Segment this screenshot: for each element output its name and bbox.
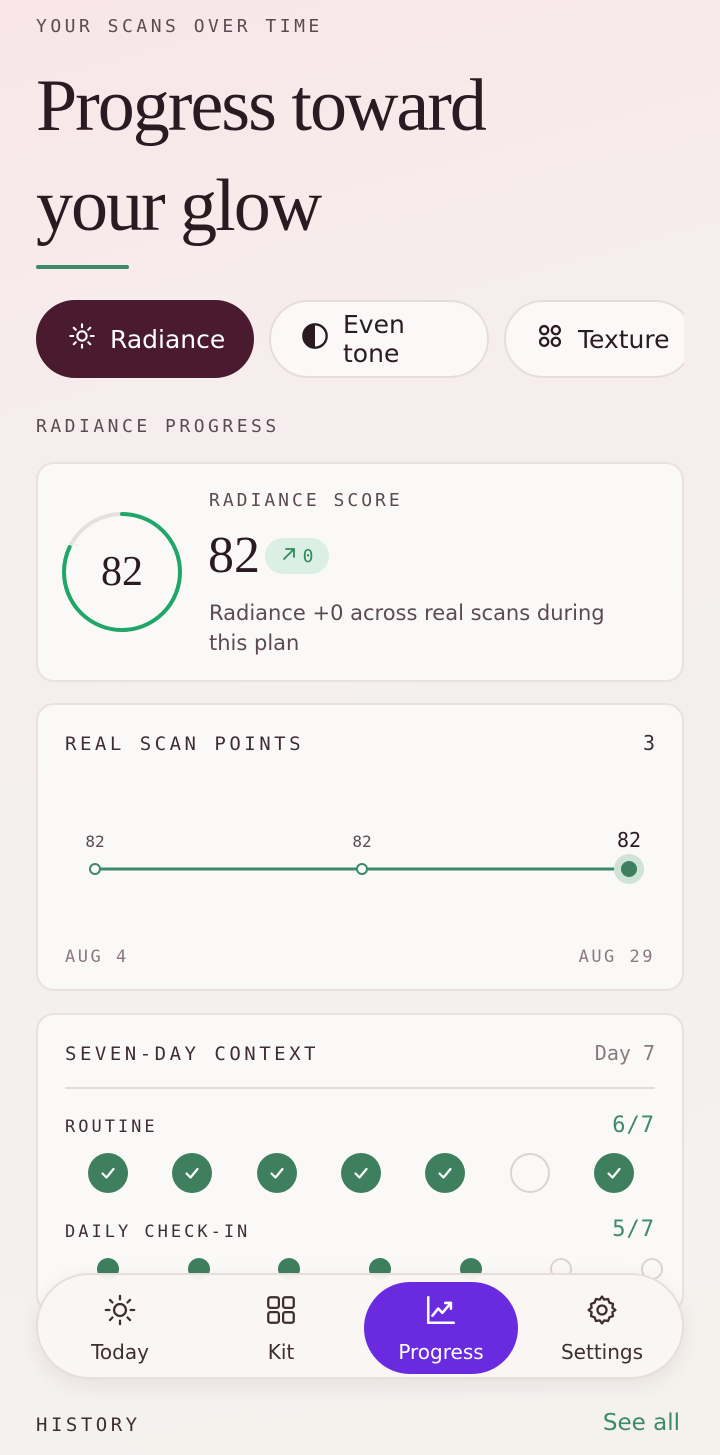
checkin-count: 5/7	[612, 1217, 655, 1242]
sun-icon	[68, 322, 96, 356]
seven-day-context-card: SEVEN-DAY CONTEXT Day 7 ROUTINE 6/7 DAIL…	[36, 1013, 684, 1313]
nav-settings[interactable]: Settings	[552, 1282, 652, 1374]
page-title: Progress toward your glow	[36, 56, 487, 256]
divider	[65, 1087, 655, 1089]
page-eyebrow: YOUR SCANS OVER TIME	[36, 16, 323, 37]
nav-label: Kit	[267, 1339, 295, 1364]
see-all-link[interactable]: See all	[603, 1410, 680, 1436]
check-icon	[267, 1163, 287, 1183]
context-day: Day 7	[594, 1041, 655, 1065]
scan-points-title: REAL SCAN POINTS	[65, 733, 305, 755]
page-title-line2: your glow	[36, 165, 322, 247]
context-title: SEVEN-DAY CONTEXT	[65, 1043, 319, 1065]
nav-label: Today	[91, 1339, 149, 1364]
chip-texture[interactable]: Texture	[504, 300, 684, 378]
delta-badge: 0	[265, 538, 329, 574]
scan-point-label: 82	[617, 828, 641, 852]
scan-points-chart: 82 82 82	[85, 828, 644, 884]
metric-chip-row: Radiance Even tone Texture	[36, 300, 684, 378]
scan-point-label: 82	[352, 832, 371, 851]
scan-points-card: REAL SCAN POINTS 3 82 82 82 AUG 4 AUG 29	[36, 703, 684, 991]
scan-start-date: AUG 4	[65, 947, 129, 967]
nav-today[interactable]: Today	[70, 1282, 170, 1374]
check-icon	[182, 1163, 202, 1183]
day-complete-dot	[340, 1153, 381, 1193]
day-complete-dot	[425, 1153, 466, 1193]
half-circle-icon	[301, 322, 329, 356]
checkin-label: DAILY CHECK-IN	[65, 1222, 251, 1242]
nav-progress[interactable]: Progress	[364, 1282, 518, 1374]
day-missed-dot	[509, 1153, 550, 1193]
chip-label: Even tone	[343, 310, 405, 368]
scan-point-label: 82	[85, 832, 104, 851]
scan-point[interactable]	[89, 863, 101, 875]
check-icon	[351, 1163, 371, 1183]
check-icon	[604, 1163, 624, 1183]
scan-end-date: AUG 29	[578, 947, 655, 967]
radiance-score-card: 82 RADIANCE SCORE 82 0 Radiance +0 acros…	[36, 462, 684, 682]
routine-count: 6/7	[612, 1113, 655, 1138]
day-complete-dot	[88, 1153, 128, 1193]
day-complete-dot	[256, 1153, 297, 1193]
scan-point[interactable]	[356, 863, 368, 875]
chip-even-tone[interactable]: Even tone	[269, 300, 489, 378]
grid-icon	[264, 1293, 298, 1332]
scan-points-count: 3	[642, 731, 655, 755]
sun-icon	[103, 1293, 137, 1332]
nav-label: Settings	[560, 1339, 644, 1364]
gear-icon	[585, 1293, 619, 1332]
score-ring-value: 82	[101, 549, 143, 595]
routine-label: ROUTINE	[65, 1117, 158, 1137]
dots-grid-icon	[536, 322, 564, 356]
day-complete-dot	[172, 1153, 213, 1193]
day-complete-dot	[593, 1153, 634, 1193]
chart-trend-icon	[424, 1293, 458, 1332]
check-icon	[435, 1163, 455, 1183]
chip-label: Radiance	[110, 324, 226, 354]
title-underline	[36, 265, 129, 269]
routine-day-dots	[88, 1153, 634, 1193]
scan-point[interactable]	[621, 861, 637, 877]
bottom-nav: Today Kit Progress Settings	[36, 1273, 684, 1379]
score-description: Radiance +0 across real scans during thi…	[209, 601, 605, 655]
history-label: HISTORY	[36, 1414, 141, 1436]
nav-label: Progress	[398, 1339, 484, 1364]
page-title-line1: Progress toward	[36, 65, 487, 147]
chip-label: Texture	[578, 324, 670, 354]
section-label: RADIANCE PROGRESS	[36, 416, 280, 437]
score-value: 82	[208, 527, 260, 584]
score-label: RADIANCE SCORE	[209, 490, 403, 511]
arrow-up-right-icon	[281, 546, 297, 567]
chip-radiance[interactable]: Radiance	[36, 300, 254, 378]
check-icon	[98, 1163, 118, 1183]
delta-value: 0	[302, 545, 314, 567]
nav-kit[interactable]: Kit	[231, 1282, 331, 1374]
